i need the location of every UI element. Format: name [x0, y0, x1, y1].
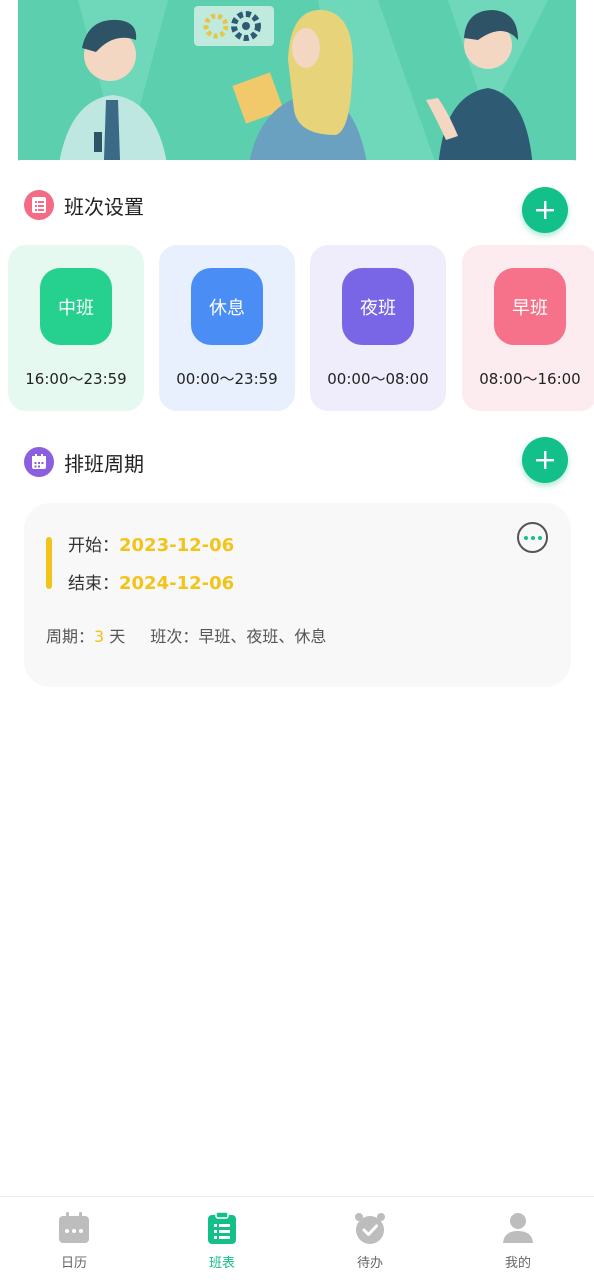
shift-name-badge: 早班: [494, 268, 566, 345]
header-banner-illustration: [18, 0, 576, 170]
add-cycle-button[interactable]: [522, 437, 568, 483]
schedule-cycle-card[interactable]: 开始：2023-12-06 结束：2024-12-06 周期：3 天 班次：早班…: [24, 503, 571, 687]
start-label: 开始：: [68, 536, 119, 556]
shift-name-badge: 中班: [40, 268, 112, 345]
shift-time: 16:00～23:59: [25, 370, 127, 388]
shift-time: 08:00～16:00: [479, 370, 581, 388]
tab-profile[interactable]: 我的: [444, 1197, 592, 1280]
start-date: 2023-12-06: [119, 535, 235, 556]
plus-icon: [536, 451, 554, 469]
shift-settings-title: 班次设置: [64, 194, 144, 219]
end-date: 2024-12-06: [119, 573, 235, 594]
list-icon: [24, 190, 54, 220]
period-label: 周期：: [46, 627, 95, 646]
bottom-tab-bar: 日历 班表 待办 我的: [0, 1196, 594, 1280]
shift-card-rest[interactable]: 休息 00:00～23:59: [159, 245, 295, 411]
alarm-clock-icon: [355, 1213, 385, 1244]
tab-schedule[interactable]: 班表: [148, 1197, 296, 1280]
shift-card-night[interactable]: 夜班 00:00～08:00: [310, 245, 446, 411]
more-options-icon[interactable]: [517, 522, 548, 553]
calendar-icon: [59, 1212, 89, 1243]
accent-bar: [46, 537, 52, 589]
end-date-row: 结束：2024-12-06: [68, 569, 234, 594]
shift-card-morning[interactable]: 早班 08:00～16:00: [462, 245, 594, 411]
shift-card-middle[interactable]: 中班 16:00～23:59: [8, 245, 144, 411]
shift-name-badge: 夜班: [342, 268, 414, 345]
tab-label: 我的: [504, 1256, 531, 1271]
calendar-icon: [24, 447, 54, 477]
period-days: 3: [94, 627, 105, 646]
tab-calendar[interactable]: 日历: [0, 1197, 148, 1280]
schedule-cycle-title: 排班周期: [64, 451, 144, 476]
tab-label: 日历: [60, 1256, 87, 1271]
schedule-cycle-header: 排班周期: [24, 444, 144, 480]
shifts-value: 早班、夜班、休息: [198, 627, 327, 646]
cycle-meta: 周期：3 天 班次：早班、夜班、休息: [46, 623, 326, 647]
clipboard-icon: [208, 1211, 236, 1244]
shift-list: 中班 16:00～23:59 休息 00:00～23:59 夜班 00:00～0…: [8, 245, 594, 411]
shift-settings-header: 班次设置: [24, 187, 144, 223]
shift-name-badge: 休息: [191, 268, 263, 345]
add-shift-button[interactable]: [522, 187, 568, 233]
tab-todo[interactable]: 待办: [296, 1197, 444, 1280]
shift-time: 00:00～23:59: [176, 370, 278, 388]
start-date-row: 开始：2023-12-06: [68, 531, 234, 556]
shifts-label: 班次：: [150, 627, 199, 646]
end-label: 结束：: [68, 574, 119, 594]
tab-label: 班表: [208, 1256, 235, 1271]
shift-time: 00:00～08:00: [327, 370, 429, 388]
days-unit: 天: [109, 627, 126, 646]
tab-label: 待办: [356, 1256, 383, 1271]
user-icon: [503, 1213, 533, 1243]
plus-icon: [536, 201, 554, 219]
